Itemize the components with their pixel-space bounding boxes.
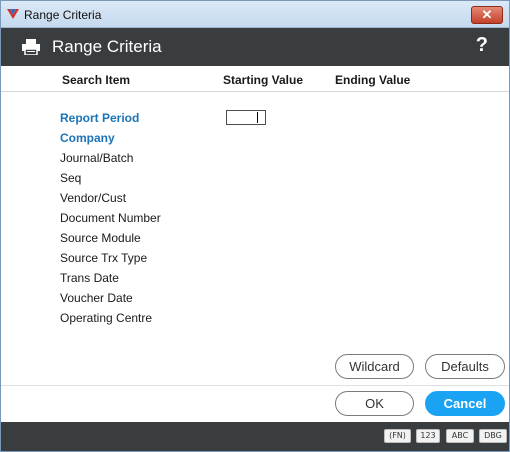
search-item-source-module[interactable]: Source Module — [60, 231, 141, 245]
starting-value-header: Starting Value — [223, 73, 304, 87]
search-item-document-number[interactable]: Document Number — [60, 211, 161, 225]
app-logo-icon — [7, 9, 19, 19]
ending-value-header: Ending Value — [335, 73, 411, 87]
numeric-mode-badge[interactable]: 123 — [416, 429, 440, 443]
defaults-button[interactable]: Defaults — [425, 354, 505, 379]
report-period-start-input[interactable] — [226, 110, 266, 125]
search-item-trans-date[interactable]: Trans Date — [60, 271, 119, 285]
search-item-report-period[interactable]: Report Period — [60, 111, 139, 125]
column-headers: Search Item Starting Value Ending Value — [1, 66, 509, 92]
button-divider — [1, 385, 509, 386]
cancel-button[interactable]: Cancel — [425, 391, 505, 416]
search-item-voucher-date[interactable]: Voucher Date — [60, 291, 133, 305]
debug-mode-badge[interactable]: DBG — [479, 429, 507, 443]
alpha-mode-badge[interactable]: ABC — [446, 429, 474, 443]
search-item-header: Search Item — [62, 73, 131, 87]
wildcard-button[interactable]: Wildcard — [335, 354, 414, 379]
ok-button[interactable]: OK — [335, 391, 414, 416]
search-item-company[interactable]: Company — [60, 131, 115, 145]
window-title: Range Criteria — [24, 8, 102, 22]
printer-icon — [22, 39, 40, 55]
search-item-vendor-cust[interactable]: Vendor/Cust — [60, 191, 126, 205]
fn-mode-badge[interactable]: (FN) — [384, 429, 411, 443]
search-item-operating-centre[interactable]: Operating Centre — [60, 311, 152, 325]
dialog-header: Range Criteria ? — [1, 28, 509, 66]
search-item-source-trx-type[interactable]: Source Trx Type — [60, 251, 147, 265]
close-button[interactable]: ✕ — [471, 6, 503, 24]
text-caret — [257, 112, 258, 123]
range-criteria-window: Range Criteria ✕ Range Criteria ? Search… — [0, 0, 510, 452]
dialog-title: Range Criteria — [52, 37, 162, 56]
status-bar: (FN) 123 ABC DBG — [1, 422, 509, 451]
title-bar: Range Criteria ✕ — [1, 1, 509, 28]
help-icon[interactable]: ? — [476, 34, 488, 57]
search-item-journal-batch[interactable]: Journal/Batch — [60, 151, 133, 165]
search-item-seq[interactable]: Seq — [60, 171, 81, 185]
